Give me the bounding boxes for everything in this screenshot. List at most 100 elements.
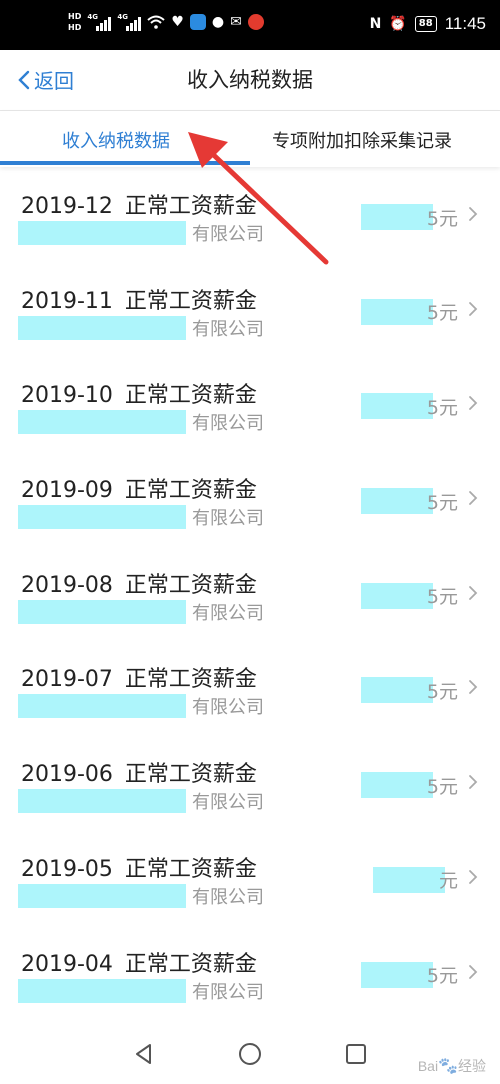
- signal-2-icon: 4G: [117, 13, 142, 31]
- redacted-amount: [360, 393, 433, 420]
- company-suffix: 有限公司: [192, 413, 264, 435]
- company-suffix: 有限公司: [192, 508, 264, 530]
- record-income-type: 正常工资薪金: [124, 572, 257, 598]
- amount-suffix: 5元: [426, 680, 458, 703]
- redacted-company-name: [18, 883, 186, 908]
- battery-icon: 88: [414, 16, 437, 32]
- record-amount: 5元: [360, 393, 458, 420]
- nfc-icon: N: [369, 16, 382, 32]
- record-row[interactable]: 2019-04 正常工资薪金有限公司 5元: [0, 930, 500, 1025]
- record-title: 2019-07 正常工资薪金: [21, 661, 257, 693]
- redacted-amount: [360, 961, 433, 988]
- record-income-type: 正常工资薪金: [124, 856, 257, 882]
- amount-suffix: 5元: [426, 586, 458, 609]
- record-income-type: 正常工资薪金: [124, 951, 257, 977]
- record-month: 2019-06: [21, 762, 113, 788]
- nav-back-icon[interactable]: [132, 1042, 156, 1066]
- red-app-icon: [247, 14, 264, 30]
- amount-suffix: 5元: [426, 396, 458, 419]
- company-suffix: 有限公司: [192, 602, 264, 624]
- record-month: 2019-11: [21, 288, 113, 314]
- company-suffix: 有限公司: [192, 697, 264, 719]
- chevron-right-icon: [469, 207, 478, 221]
- record-title: 2019-09 正常工资薪金: [21, 472, 257, 504]
- hd-indicator: HD HD: [68, 12, 81, 32]
- record-amount: 5元: [360, 582, 458, 609]
- record-amount: 元: [372, 866, 458, 893]
- amount-suffix: 5元: [426, 775, 458, 798]
- record-amount: 5元: [360, 961, 458, 988]
- record-title: 2019-11 正常工资薪金: [21, 283, 257, 315]
- redacted-company-name: [18, 978, 186, 1003]
- chevron-right-icon: [469, 964, 478, 979]
- amount-suffix: 5元: [426, 965, 458, 987]
- watermark: Bai🐾经验: [417, 1058, 486, 1075]
- redacted-company-name: [18, 789, 186, 814]
- chevron-right-icon: [469, 680, 478, 695]
- redacted-company-name: [18, 221, 186, 245]
- record-title: 2019-10 正常工资薪金: [21, 377, 257, 409]
- heart-rate-icon: ♥: [171, 14, 184, 30]
- record-company: 有限公司: [18, 410, 264, 435]
- status-right-icons: N ⏰ 88 11:45: [370, 14, 486, 34]
- amount-suffix: 5元: [426, 207, 458, 230]
- chevron-right-icon: [469, 869, 478, 884]
- record-income-type: 正常工资薪金: [124, 288, 257, 314]
- redacted-company-name: [18, 694, 186, 719]
- redacted-amount: [360, 298, 433, 325]
- amount-suffix: 5元: [426, 491, 458, 514]
- clock: 11:45: [444, 14, 486, 33]
- record-company: 有限公司: [18, 505, 264, 530]
- status-bar: HD HD 4G 4G ♥ ● ✉ N ⏰ 88 11:45: [0, 0, 500, 50]
- network-type-2: 4G: [117, 13, 128, 21]
- company-suffix: 有限公司: [192, 792, 264, 814]
- chevron-right-icon: [469, 396, 478, 411]
- record-amount: 5元: [360, 298, 458, 325]
- record-month: 2019-05: [21, 856, 113, 882]
- record-title: 2019-06 正常工资薪金: [21, 756, 257, 788]
- redacted-company-name: [18, 599, 186, 624]
- record-month: 2019-09: [21, 478, 113, 504]
- nav-home-icon[interactable]: [238, 1042, 262, 1066]
- status-left-icons: HD HD 4G 4G ♥ ● ✉: [68, 12, 264, 32]
- record-month: 2019-12: [21, 194, 113, 219]
- network-type-1: 4G: [87, 13, 98, 21]
- app-header: 返回 收入纳税数据: [0, 50, 500, 111]
- nav-recents-icon[interactable]: [344, 1042, 368, 1066]
- chevron-right-icon: [469, 301, 478, 316]
- signal-1-icon: 4G: [87, 13, 112, 31]
- hd-label-2: HD: [68, 23, 82, 32]
- record-income-type: 正常工资薪金: [124, 478, 257, 504]
- record-row[interactable]: 2019-09 正常工资薪金有限公司 5元: [0, 456, 500, 551]
- redacted-amount: [360, 677, 433, 704]
- page-title: 收入纳税数据: [187, 68, 313, 92]
- record-title: 2019-05 正常工资薪金: [21, 851, 257, 883]
- redacted-amount: [372, 866, 445, 893]
- record-company: 有限公司: [18, 978, 264, 1003]
- alarm-icon: ⏰: [389, 16, 407, 32]
- record-amount: 5元: [360, 772, 458, 799]
- redacted-company-name: [18, 505, 186, 530]
- record-row[interactable]: 2019-10 正常工资薪金有限公司 5元: [0, 361, 500, 456]
- record-row[interactable]: 2019-08 正常工资薪金有限公司 5元: [0, 551, 500, 646]
- record-row[interactable]: 2019-07 正常工资薪金有限公司 5元: [0, 645, 500, 740]
- redacted-amount: [360, 772, 433, 799]
- record-company: 有限公司: [18, 694, 264, 719]
- record-month: 2019-04: [21, 951, 113, 977]
- chevron-right-icon: [469, 585, 478, 600]
- amount-suffix: 5元: [426, 302, 458, 325]
- hd-label-1: HD: [68, 12, 82, 21]
- record-title: 2019-08 正常工资薪金: [21, 567, 257, 599]
- tab-income-tax-data[interactable]: 收入纳税数据: [62, 127, 170, 153]
- income-record-list: 2019-12 正常工资薪金 有限公司 5元 2019-11 正常工资薪金 有限公司 5元 20…: [0, 172, 500, 1024]
- record-company: 有限公司: [18, 599, 264, 624]
- company-suffix: 有限公司: [192, 981, 264, 1003]
- record-row[interactable]: 2019-05 正常工资薪金 有限公司 元: [0, 835, 500, 930]
- system-nav-bar: Bai🐾经验: [0, 1026, 500, 1084]
- record-company: 有限公司: [18, 315, 264, 340]
- chevron-right-icon: [469, 775, 478, 790]
- record-amount: 5元: [360, 677, 458, 704]
- record-row[interactable]: 2019-06 正常工资薪金有限公司 5元: [0, 740, 500, 835]
- redacted-amount: [360, 488, 433, 515]
- record-row[interactable]: 2019-11 正常工资薪金 有限公司 5元: [0, 267, 500, 362]
